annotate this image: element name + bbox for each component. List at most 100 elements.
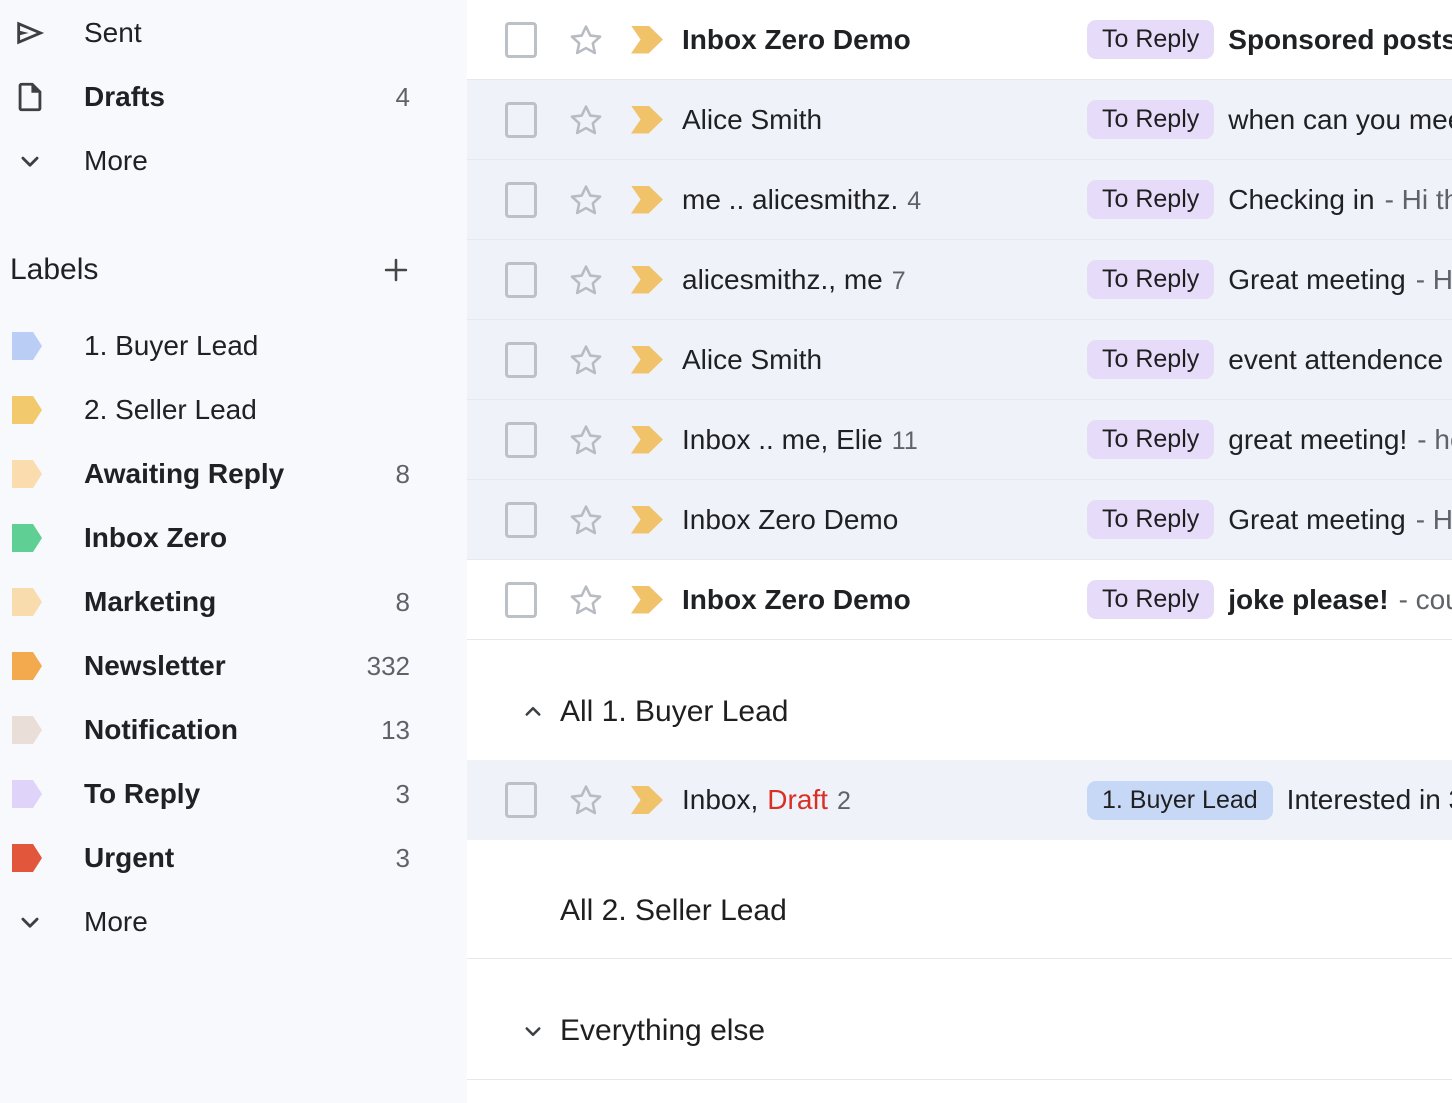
importance-marker-icon[interactable] [631, 586, 663, 614]
star-icon[interactable] [567, 101, 605, 139]
email-subject: Great meeting [1228, 264, 1405, 296]
sidebar-label-urgent[interactable]: Urgent 3 [0, 826, 467, 890]
select-checkbox[interactable] [505, 582, 537, 618]
email-row[interactable]: Inbox Zero Demo To Reply joke please!- c… [467, 560, 1452, 640]
email-row[interactable]: Inbox Zero Demo To Reply Sponsored posts… [467, 0, 1452, 80]
email-row[interactable]: Alice Smith To Reply event attendence- H [467, 320, 1452, 400]
label-name: 2. Seller Lead [84, 394, 410, 426]
email-row[interactable]: Inbox .. me, Elie11 To Reply great meeti… [467, 400, 1452, 480]
label-badge[interactable]: To Reply [1087, 580, 1214, 619]
add-label-button[interactable] [379, 253, 413, 287]
sidebar-label-newsletter[interactable]: Newsletter 332 [0, 634, 467, 698]
email-row[interactable]: Inbox,Draft2 1. Buyer Lead Interested in… [467, 760, 1452, 840]
email-sender: Inbox .. me, Elie11 [682, 424, 1087, 456]
label-tag-icon [12, 460, 42, 488]
star-icon[interactable] [567, 261, 605, 299]
chevron-up-icon[interactable] [518, 697, 548, 727]
label-badge[interactable]: To Reply [1087, 340, 1214, 379]
label-tag-icon [12, 716, 42, 744]
label-badge[interactable]: To Reply [1087, 100, 1214, 139]
star-icon[interactable] [567, 421, 605, 459]
importance-marker-icon[interactable] [631, 786, 663, 814]
email-row[interactable]: Alice Smith To Reply when can you meet [467, 80, 1452, 160]
star-icon[interactable] [567, 341, 605, 379]
label-badge[interactable]: To Reply [1087, 180, 1214, 219]
email-subject: Great meeting [1228, 504, 1405, 536]
email-row[interactable]: alicesmithz., me7 To Reply Great meeting… [467, 240, 1452, 320]
thread-count: 2 [837, 787, 851, 816]
label-badge[interactable]: To Reply [1087, 420, 1214, 459]
label-name: Awaiting Reply [84, 458, 396, 490]
section-header-everything-else[interactable]: Everything else [467, 959, 1452, 1080]
label-badge[interactable]: 1. Buyer Lead [1087, 781, 1273, 820]
sidebar-item-more-top[interactable]: More [0, 129, 467, 193]
star-icon[interactable] [567, 181, 605, 219]
select-checkbox[interactable] [505, 782, 537, 818]
email-sender: Inbox Zero Demo [682, 584, 1087, 616]
label-name: 1. Buyer Lead [84, 330, 410, 362]
thread-count: 4 [907, 187, 921, 216]
label-name: Notification [84, 714, 381, 746]
email-subject: Sponsored posts [1228, 24, 1452, 56]
section-header-seller-lead[interactable]: All 2. Seller Lead [467, 840, 1452, 959]
chevron-down-icon [12, 904, 48, 940]
email-sender: alicesmithz., me7 [682, 264, 1087, 296]
select-checkbox[interactable] [505, 342, 537, 378]
email-subject: great meeting! [1228, 424, 1407, 456]
select-checkbox[interactable] [505, 422, 537, 458]
sidebar-label-inbox-zero[interactable]: Inbox Zero [0, 506, 467, 570]
star-icon[interactable] [567, 21, 605, 59]
label-tag-icon [12, 844, 42, 872]
section-title: All 2. Seller Lead [560, 894, 787, 928]
email-sender: Inbox Zero Demo [682, 504, 1087, 536]
section-title: All 1. Buyer Lead [560, 695, 788, 729]
importance-marker-icon[interactable] [631, 266, 663, 294]
label-count: 8 [396, 459, 410, 490]
label-badge[interactable]: To Reply [1087, 260, 1214, 299]
sidebar-item-sent[interactable]: Sent [0, 1, 467, 65]
sidebar-item-more-labels[interactable]: More [0, 890, 467, 954]
label-tag-icon [12, 780, 42, 808]
importance-marker-icon[interactable] [631, 26, 663, 54]
star-icon[interactable] [567, 781, 605, 819]
star-icon[interactable] [567, 581, 605, 619]
select-checkbox[interactable] [505, 502, 537, 538]
email-sender: Alice Smith [682, 104, 1087, 136]
select-checkbox[interactable] [505, 262, 537, 298]
sidebar-label-notification[interactable]: Notification 13 [0, 698, 467, 762]
importance-marker-icon[interactable] [631, 346, 663, 374]
draft-label: Draft [767, 784, 828, 816]
labels-header: Labels [0, 238, 467, 302]
draft-icon [12, 79, 48, 115]
sidebar-item-label: Drafts [84, 81, 396, 113]
select-checkbox[interactable] [505, 182, 537, 218]
chevron-down-icon[interactable] [518, 1016, 548, 1046]
label-badge[interactable]: To Reply [1087, 500, 1214, 539]
email-row[interactable]: Inbox Zero Demo To Reply Great meeting- … [467, 480, 1452, 560]
label-count: 8 [396, 587, 410, 618]
importance-marker-icon[interactable] [631, 106, 663, 134]
label-name: Inbox Zero [84, 522, 410, 554]
section-title: Everything else [560, 1014, 765, 1048]
sidebar-item-drafts[interactable]: Drafts 4 [0, 65, 467, 129]
email-sender: Inbox,Draft2 [682, 784, 1087, 816]
importance-marker-icon[interactable] [631, 186, 663, 214]
sidebar-label-buyer-lead[interactable]: 1. Buyer Lead [0, 314, 467, 378]
thread-count: 11 [892, 427, 918, 456]
email-snippet: - Hi J [1416, 264, 1452, 296]
label-count: 332 [367, 651, 410, 682]
select-checkbox[interactable] [505, 102, 537, 138]
sidebar-label-marketing[interactable]: Marketing 8 [0, 570, 467, 634]
star-icon[interactable] [567, 501, 605, 539]
importance-marker-icon[interactable] [631, 426, 663, 454]
section-header-buyer-lead[interactable]: All 1. Buyer Lead [467, 640, 1452, 760]
select-checkbox[interactable] [505, 22, 537, 58]
label-tag-icon [12, 332, 42, 360]
sidebar-label-seller-lead[interactable]: 2. Seller Lead [0, 378, 467, 442]
label-tag-icon [12, 524, 42, 552]
sidebar-label-awaiting-reply[interactable]: Awaiting Reply 8 [0, 442, 467, 506]
email-row[interactable]: me .. alicesmithz.4 To Reply Checking in… [467, 160, 1452, 240]
importance-marker-icon[interactable] [631, 506, 663, 534]
label-badge[interactable]: To Reply [1087, 20, 1214, 59]
sidebar-label-to-reply[interactable]: To Reply 3 [0, 762, 467, 826]
